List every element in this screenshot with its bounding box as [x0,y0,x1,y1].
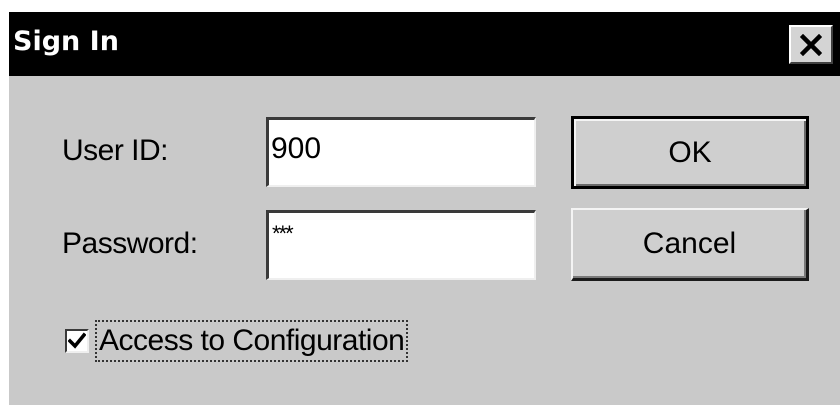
close-icon [800,33,822,56]
sign-in-dialog: Sign In User ID: 900 Password: *** OK Ca… [9,12,840,405]
password-label: Password: [62,227,198,260]
close-button[interactable] [789,25,833,64]
user-id-label: User ID: [62,134,169,167]
checkmark-icon [68,332,86,349]
title-bar[interactable]: Sign In [9,12,840,76]
access-config-checkbox[interactable] [65,329,89,353]
access-config-label[interactable]: Access to Configuration [95,320,409,362]
cancel-button[interactable]: Cancel [571,208,809,281]
user-id-field[interactable]: 900 [266,117,536,187]
window-title: Sign In [13,26,119,57]
ok-button[interactable]: OK [571,116,809,189]
password-field[interactable]: *** [266,210,536,280]
access-config-option[interactable]: Access to Configuration [65,318,409,364]
